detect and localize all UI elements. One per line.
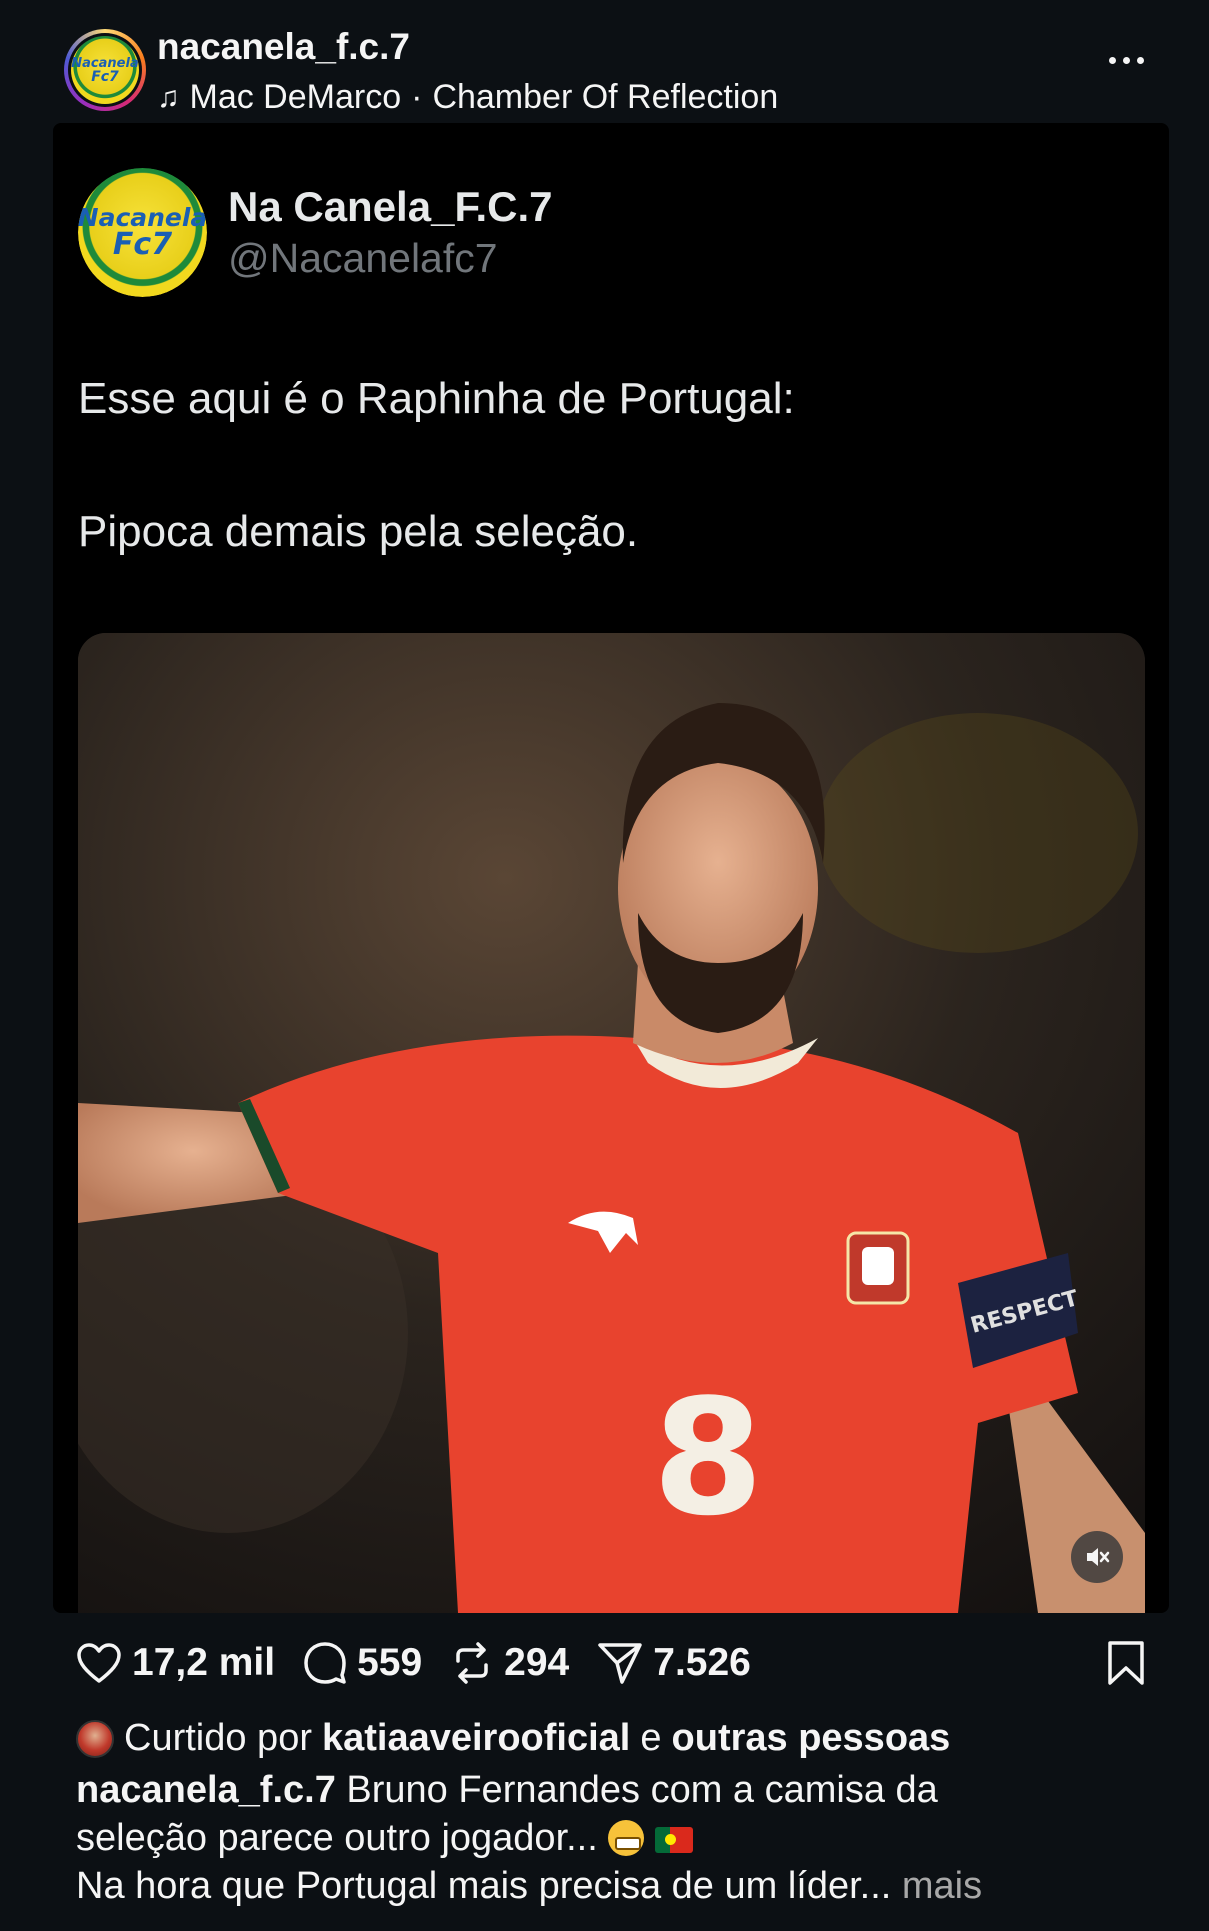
repost-button[interactable]: 294 [450,1641,569,1685]
profile-avatar[interactable]: Nacanela Fc7 [64,29,146,111]
caption-line-2: seleção parece outro jogador... [76,1814,1156,1862]
bookmark-icon [1108,1641,1144,1685]
action-bar: 17,2 mil 559 294 7.526 [76,1638,779,1688]
caption-line-1: nacanela_f.c.7 Bruno Fernandes com a cam… [76,1766,1156,1814]
repost-icon [456,1642,488,1684]
post-media[interactable]: Nacanela Fc7 Na Canela_F.C.7 @Nacanelafc… [53,123,1169,1613]
liked-by-others[interactable]: outras pessoas [672,1717,951,1760]
share-button[interactable]: 7.526 [597,1641,751,1685]
grimacing-emoji-icon [608,1820,645,1856]
post-username[interactable]: nacanela_f.c.7 [157,26,410,68]
liker-username[interactable]: katiaaveirooficial [322,1717,630,1760]
comment-button[interactable]: 559 [303,1641,422,1685]
tweet-text: Esse aqui é o Raphinha de Portugal: Pipo… [78,373,795,639]
comment-icon [304,1642,346,1684]
music-song: Chamber Of Reflection [432,78,779,116]
jersey-number: 8 [652,1364,763,1551]
liker-avatar [76,1719,114,1758]
caption-text: Na hora que Portugal mais precisa de um … [76,1865,892,1907]
tweet-text-line: Pipoca demais pela seleção. [78,506,639,556]
liked-by-prefix: Curtido por [124,1717,312,1759]
caption-text: seleção parece outro jogador... [76,1817,598,1859]
caption-line-3: Na hora que Portugal mais precisa de um … [76,1862,1156,1910]
nacanela-logo: Nacanela Fc7 [78,168,207,297]
more-options-icon[interactable] [1109,50,1149,70]
post-header: Nacanela Fc7 nacanela_f.c.7 ♫ Mac DeMarc… [0,0,1209,122]
muted-speaker-icon[interactable] [1071,1531,1123,1583]
portugal-flag-icon [654,1827,693,1853]
caption-more-link[interactable]: mais [902,1865,982,1907]
post-caption: nacanela_f.c.7 Bruno Fernandes com a cam… [76,1766,1156,1910]
bookmark-button[interactable] [1105,1640,1147,1686]
tweet-text-line: Esse aqui é o Raphinha de Portugal: [78,374,795,423]
liked-by-conjunction: e [640,1717,662,1759]
player-illustration: 8 RESPECT [78,633,1145,1613]
like-count: 17,2 mil [132,1641,276,1684]
tweet-display-name: Na Canela_F.C.7 [228,183,553,230]
send-icon [598,1643,642,1684]
repost-count: 294 [504,1641,570,1684]
music-separator: · [411,78,423,116]
tweet-avatar: Nacanela Fc7 [78,168,207,297]
nacanela-logo: Nacanela Fc7 [71,36,139,104]
music-info[interactable]: ♫ Mac DeMarco · Chamber Of Reflection [157,78,778,117]
share-count: 7.526 [653,1641,751,1684]
caption-username[interactable]: nacanela_f.c.7 [76,1769,336,1811]
like-button[interactable]: 17,2 mil [76,1641,275,1685]
player-photo: 8 RESPECT [78,633,1145,1613]
tweet-handle: @Nacanelafc7 [228,235,498,281]
comment-count: 559 [357,1641,423,1684]
instagram-post: Nacanela Fc7 nacanela_f.c.7 ♫ Mac DeMarc… [0,0,1209,1931]
music-note-icon: ♫ [157,80,180,114]
caption-text: Bruno Fernandes com a camisa da [346,1769,938,1811]
liked-by[interactable]: Curtido por katiaaveirooficial e outras … [76,1717,950,1760]
music-artist: Mac DeMarco [189,78,402,116]
heart-icon [77,1643,121,1683]
